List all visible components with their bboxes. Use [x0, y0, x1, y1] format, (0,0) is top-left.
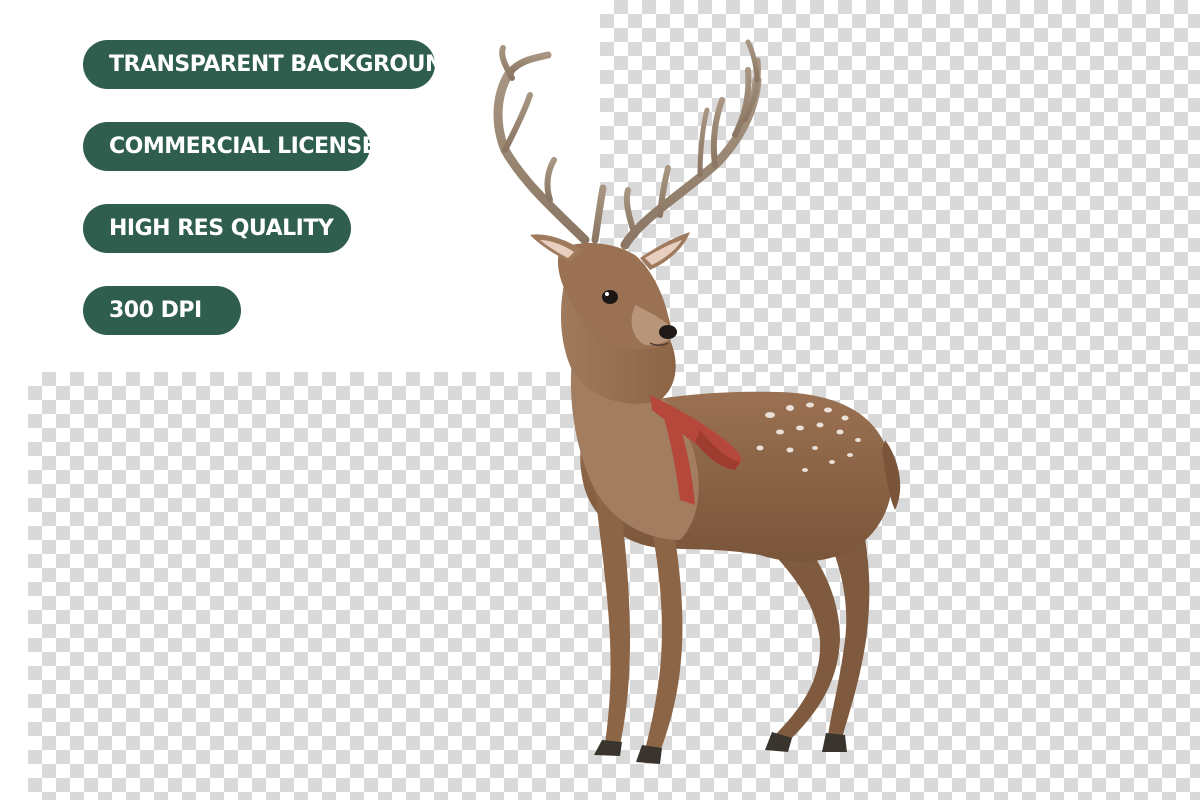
deer-nose-icon [659, 325, 677, 339]
back-hooves [765, 732, 847, 752]
deer-eye-icon [602, 290, 618, 304]
deer-illustration [493, 39, 901, 764]
antlers-icon [493, 39, 762, 250]
product-preview-canvas: TRANSPARENT BACKGROUND COMMERCIAL LICENS… [0, 0, 1200, 800]
